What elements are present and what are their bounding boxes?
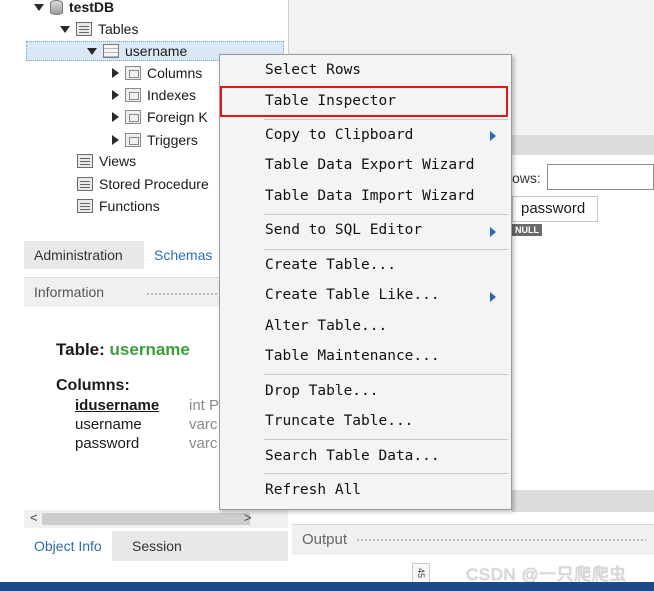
menu-item-alter-table[interactable]: Alter Table... [265,315,387,337]
menu-item-table-inspector[interactable]: Table Inspector [265,90,396,112]
menu-item-table-maintenance[interactable]: Table Maintenance... [265,345,440,367]
collapse-arrow-icon[interactable] [112,112,119,122]
menu-separator [264,119,508,120]
menu-item-send-to-sql-editor[interactable]: Send to SQL Editor [265,219,422,241]
menu-separator [264,214,508,215]
menu-item-create-table-like[interactable]: Create Table Like... [265,284,440,306]
tables-folder-icon [76,22,92,36]
collapse-arrow-icon[interactable] [112,68,119,78]
side-badge: 45 [412,563,430,583]
menu-item-copy-to-clipboard[interactable]: Copy to Clipboard [265,124,413,146]
menu-separator [264,374,508,375]
tree-node-columns[interactable]: Columns [112,63,202,83]
info-column-type: varc [189,435,218,452]
tab-session[interactable]: Session [122,531,192,561]
database-label: testDB [69,0,115,15]
collapse-arrow-icon[interactable] [112,90,119,100]
tab-administration[interactable]: Administration [24,241,133,269]
info-column-type: int P [189,397,220,414]
table-icon [103,44,119,58]
menu-item-truncate-table[interactable]: Truncate Table... [265,410,413,432]
scroll-right-arrow-icon[interactable]: > [244,510,252,525]
info-table-label: Table: [56,340,105,359]
result-footer [512,490,654,512]
scrollbar-thumb[interactable] [42,513,250,525]
tree-node-tables[interactable]: Tables [60,19,138,39]
views-folder-icon [77,154,93,168]
limit-rows-label: ows: [512,170,541,186]
procedures-label: Stored Procedure [99,176,209,192]
output-title: Output [302,531,348,548]
tree-columns-label: Columns [147,65,203,81]
menu-item-import-wizard[interactable]: Table Data Import Wizard [265,185,475,207]
menu-separator [264,473,508,474]
info-table-heading: Table: username [56,340,190,360]
tree-indexes-label: Indexes [147,87,197,103]
tree-node-indexes[interactable]: Indexes [112,85,196,105]
info-column-type: varc [189,416,218,433]
tree-node-database[interactable]: testDB [34,0,114,17]
tree-node-functions[interactable]: Functions [77,196,160,216]
triggers-icon [125,133,141,147]
tree-triggers-label: Triggers [147,132,198,148]
expand-arrow-icon[interactable] [87,47,97,55]
output-panel-header: Output [292,524,654,555]
tab-schemas[interactable]: Schemas [144,241,223,269]
menu-item-export-wizard[interactable]: Table Data Export Wizard [265,154,475,176]
limit-rows-input[interactable] [547,164,654,190]
tree-node-foreign-keys[interactable]: Foreign K [112,107,208,127]
info-columns-label: Columns: [56,377,130,394]
selected-table-label: username [125,43,188,59]
views-label: Views [99,153,137,169]
information-title: Information [34,284,105,300]
menu-item-refresh-all[interactable]: Refresh All [265,479,361,501]
menu-separator [264,249,508,250]
menu-item-search-table-data[interactable]: Search Table Data... [265,445,440,467]
panel-grip [356,538,646,542]
tab-object-info[interactable]: Object Info [24,531,112,561]
result-toolbar [512,135,654,155]
info-column-name: username [75,416,142,433]
indexes-icon [125,88,141,102]
tree-node-stored-procedures[interactable]: Stored Procedure [77,174,209,194]
tree-node-triggers[interactable]: Triggers [112,130,198,150]
menu-item-create-table[interactable]: Create Table... [265,254,396,276]
menu-item-select-rows[interactable]: Select Rows [265,59,361,81]
submenu-arrow-icon [490,227,496,237]
info-table-name: username [109,340,190,359]
procedures-folder-icon [77,177,93,191]
expand-arrow-icon[interactable] [34,3,44,11]
database-icon [50,0,63,15]
expand-arrow-icon[interactable] [60,25,70,33]
menu-separator [264,439,508,440]
functions-label: Functions [99,198,160,214]
null-badge: NULL [512,224,542,236]
tables-label: Tables [98,21,139,37]
info-column-name: idusername [75,397,160,414]
bottom-tab-strip: Object Info Session [24,531,288,561]
horizontal-scrollbar[interactable]: < > [24,510,288,528]
scroll-left-arrow-icon[interactable]: < [30,510,38,525]
submenu-arrow-icon [490,131,496,141]
menu-item-drop-table[interactable]: Drop Table... [265,380,379,402]
collapse-arrow-icon[interactable] [112,135,119,145]
result-column-header[interactable]: password [512,196,598,222]
foreign-keys-icon [125,110,141,124]
info-column-name: password [75,435,140,452]
columns-icon [125,66,141,80]
tree-node-views[interactable]: Views [77,151,136,171]
taskbar [0,582,654,591]
submenu-arrow-icon [490,292,496,302]
functions-folder-icon [77,199,93,213]
context-menu: Select Rows Table Inspector Copy to Clip… [219,54,512,510]
tree-foreign-keys-label: Foreign K [147,109,208,125]
